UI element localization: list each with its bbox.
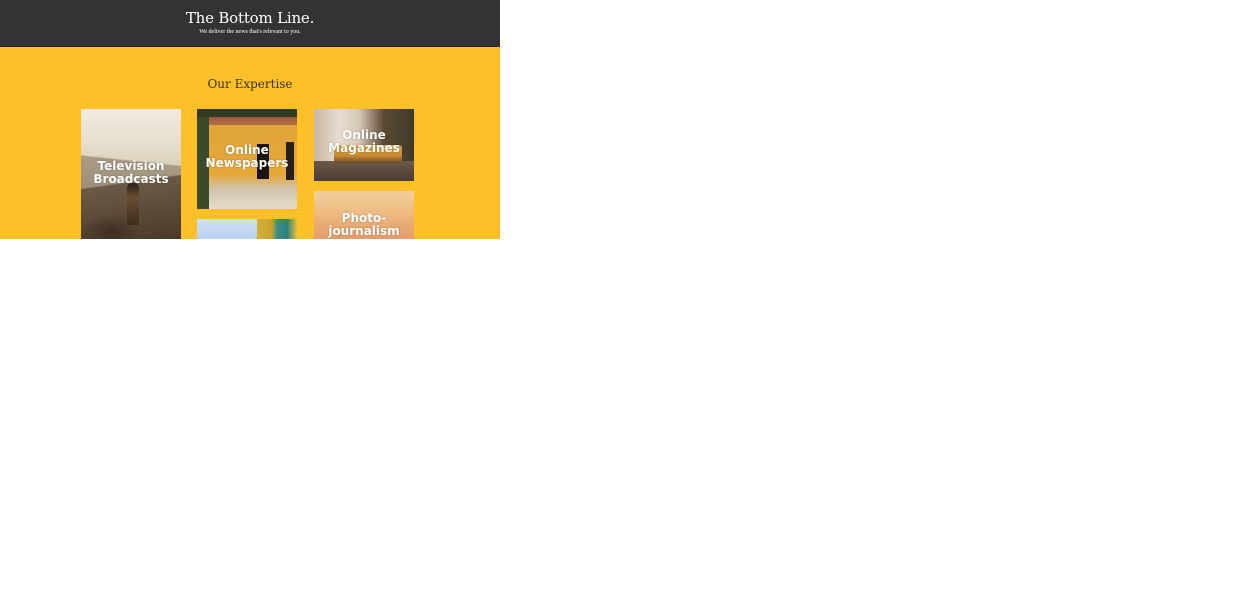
expertise-heading: Our Expertise — [207, 77, 293, 91]
card-label-television-broadcasts: Television Broadcasts — [93, 159, 169, 186]
hiker-image-figure — [127, 183, 139, 225]
card-television-broadcasts[interactable]: Television Broadcasts — [81, 109, 181, 239]
card-label-online-magazines: Online Magazines — [328, 128, 400, 155]
card-label-photojournalism: Photo- journalism — [328, 211, 400, 238]
card-partial-cityscape[interactable] — [197, 219, 297, 239]
card-photojournalism[interactable]: Photo- journalism — [314, 191, 414, 239]
site-tagline: We deliver the news that's relevant to y… — [199, 29, 301, 35]
card-label-online-newspapers: Online Newspapers — [205, 143, 289, 170]
site-title: The Bottom Line. — [185, 9, 315, 27]
page-viewport: The Bottom Line. We deliver the news tha… — [0, 0, 500, 239]
card-online-magazines[interactable]: Online Magazines — [314, 109, 414, 181]
card-online-newspapers[interactable]: Online Newspapers — [197, 109, 297, 209]
site-header: The Bottom Line. We deliver the news tha… — [0, 0, 500, 47]
